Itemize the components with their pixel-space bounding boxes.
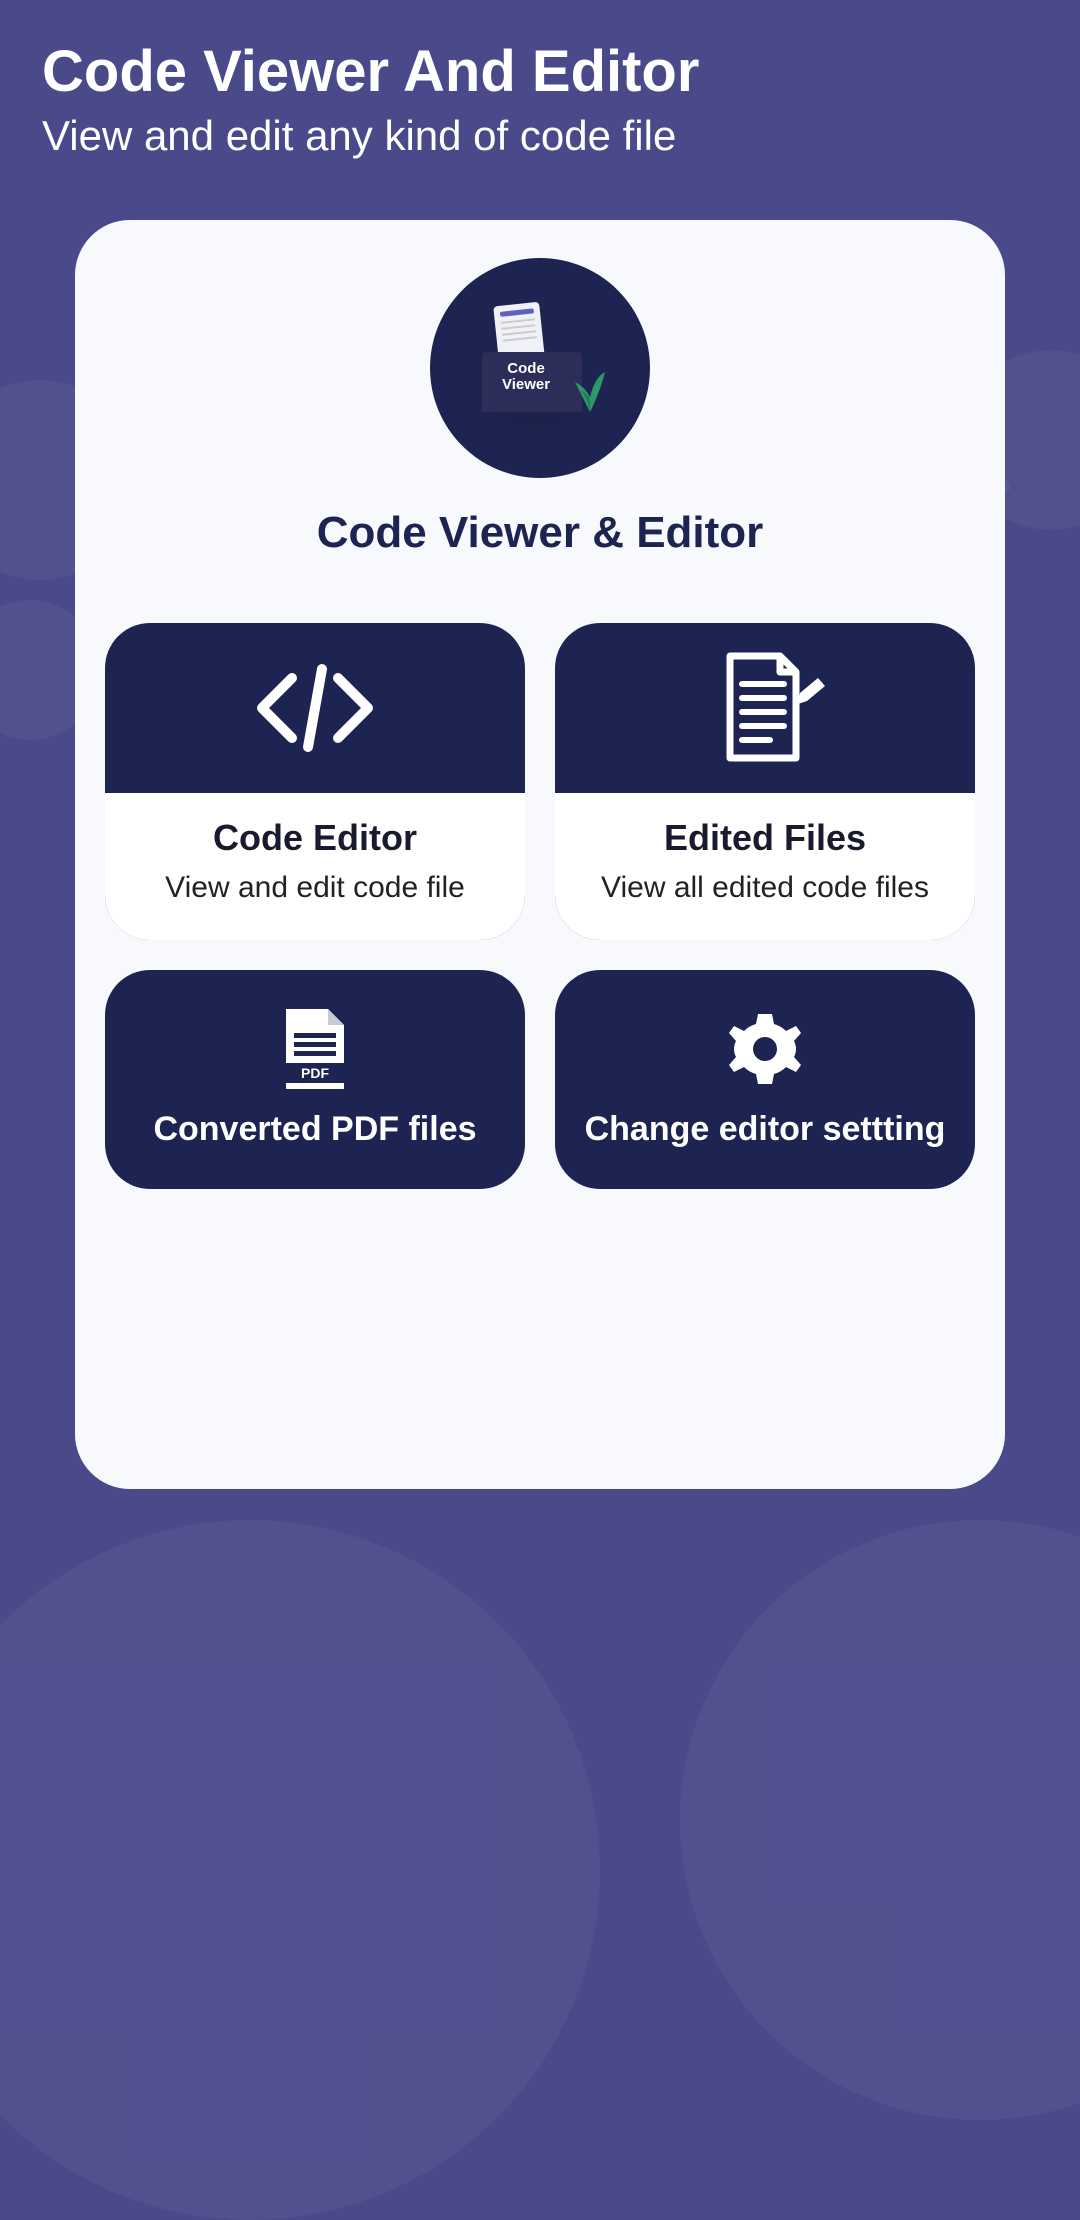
logo-badge-text: CodeViewer	[502, 361, 550, 394]
page-subtitle: View and edit any kind of code file	[42, 112, 1038, 160]
page-header: Code Viewer And Editor View and edit any…	[0, 0, 1080, 190]
svg-text:PDF: PDF	[301, 1065, 329, 1081]
tile-title: Converted PDF files	[153, 1108, 476, 1151]
code-editor-tile[interactable]: Code Editor View and edit code file	[105, 623, 525, 941]
code-icon	[250, 663, 380, 753]
tile-desc: View all edited code files	[575, 869, 955, 907]
plant-icon	[570, 362, 610, 412]
tile-title: Edited Files	[575, 817, 955, 859]
app-name: Code Viewer & Editor	[317, 508, 764, 558]
gear-icon	[726, 1010, 804, 1088]
converted-pdf-tile[interactable]: PDF Converted PDF files	[105, 970, 525, 1189]
tile-desc: View and edit code file	[125, 869, 505, 907]
document-edit-icon	[700, 648, 830, 768]
bg-decor	[680, 1520, 1080, 2120]
tile-title: Change editor settting	[585, 1108, 946, 1151]
app-logo: CodeViewer	[430, 258, 650, 478]
pdf-file-icon: PDF	[280, 1007, 350, 1092]
edited-files-tile[interactable]: Edited Files View all edited code files	[555, 623, 975, 941]
page-title: Code Viewer And Editor	[42, 40, 1038, 104]
tile-grid: Code Editor View and edit code file Edi	[105, 623, 975, 1189]
settings-tile[interactable]: Change editor settting	[555, 970, 975, 1189]
bg-decor	[0, 1520, 600, 2220]
main-card: CodeViewer Code Viewer & Editor Code Edi…	[75, 220, 1005, 1489]
tile-title: Code Editor	[125, 817, 505, 859]
